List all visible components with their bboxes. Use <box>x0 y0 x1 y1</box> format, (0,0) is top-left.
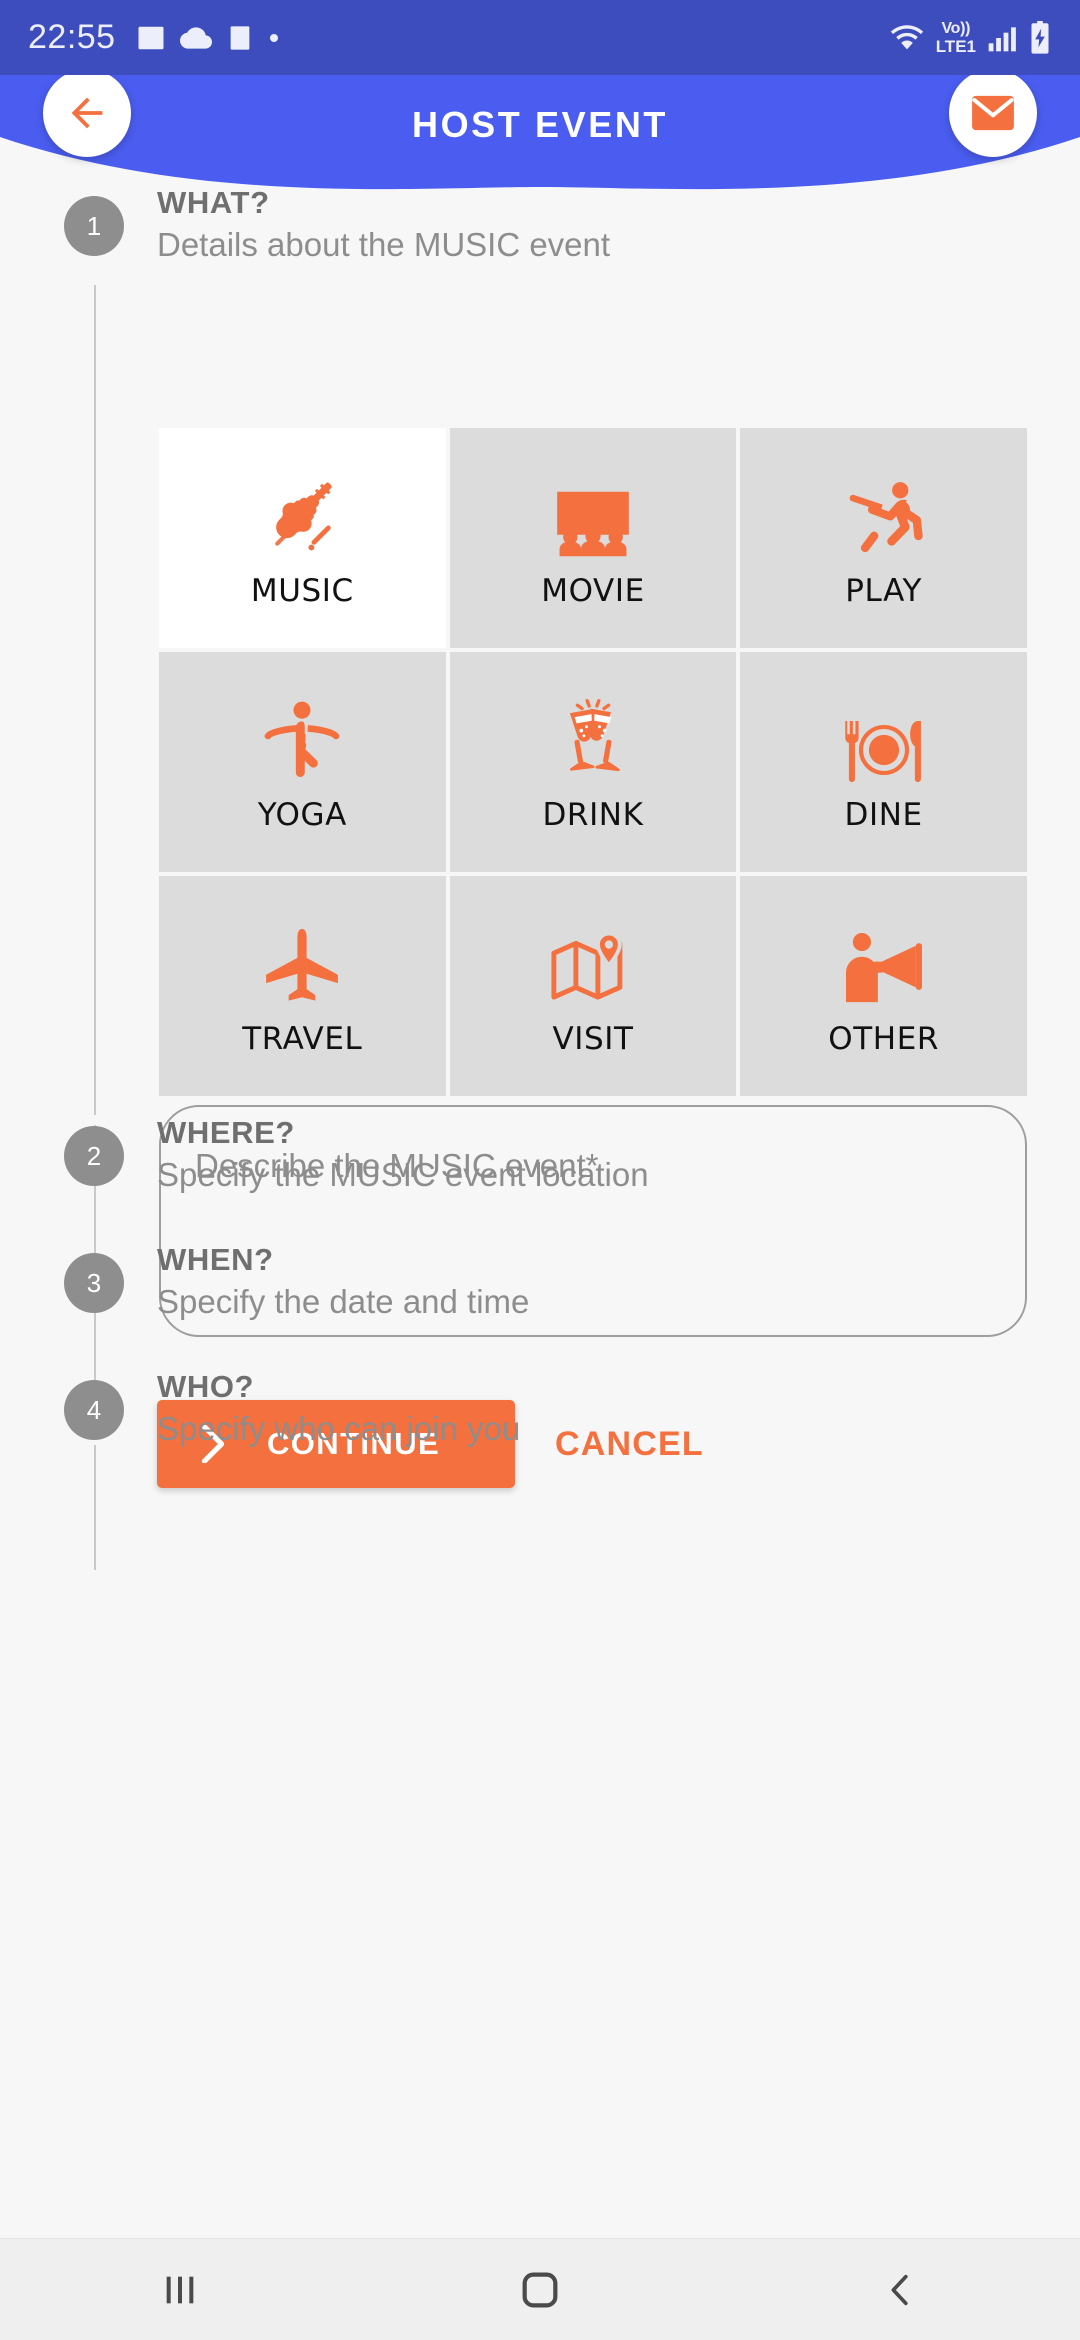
step-badge-4: 4 <box>64 1380 124 1440</box>
step-title-4: WHO? <box>157 1369 255 1404</box>
volte-line1: Vo)) <box>941 19 971 37</box>
category-label-other: OTHER <box>828 1021 940 1057</box>
yoga-pose-icon <box>260 691 344 783</box>
recents-button[interactable] <box>80 2239 280 2340</box>
wifi-icon <box>890 24 923 49</box>
envelope-icon <box>972 95 1014 131</box>
nav-back-icon <box>891 2274 908 2305</box>
category-label-music: MUSIC <box>250 573 354 609</box>
step-title-2: WHERE? <box>157 1115 295 1150</box>
cancel-button[interactable]: CANCEL <box>555 1400 704 1488</box>
volte-icon: Vo)) LTE1 <box>935 19 976 56</box>
notes-icon <box>230 25 249 50</box>
category-cell-other[interactable]: OTHER <box>740 876 1027 1096</box>
category-label-drink: DRINK <box>542 797 644 833</box>
megaphone-icon <box>843 915 925 1007</box>
step-badge-2: 2 <box>64 1126 124 1186</box>
map-pin-icon <box>549 915 637 1007</box>
step-subtitle-2: Specify the MUSIC event location <box>157 1156 649 1193</box>
category-label-play: PLAY <box>845 573 923 609</box>
category-cell-yoga[interactable]: YOGA <box>159 652 446 872</box>
cinema-icon <box>550 467 636 559</box>
battery-charging-icon <box>1031 20 1049 54</box>
category-cell-visit[interactable]: VISIT <box>449 876 737 1096</box>
image-icon <box>138 26 164 49</box>
batsman-icon <box>843 467 925 559</box>
cancel-button-label: CANCEL <box>555 1424 704 1463</box>
main-content: 1 WHAT? Details about the MUSIC event MU… <box>0 185 1080 2238</box>
step-title-3: WHEN? <box>157 1242 274 1277</box>
recents-icon <box>166 2276 194 2303</box>
timeline-segment-1 <box>94 285 96 1115</box>
mail-button[interactable] <box>949 69 1037 157</box>
volte-line2: LTE1 <box>935 36 976 56</box>
category-label-dine: DINE <box>844 797 923 833</box>
step-subtitle-3: Specify the date and time <box>157 1283 530 1320</box>
category-label-movie: MOVIE <box>541 573 645 609</box>
home-button[interactable] <box>440 2239 640 2340</box>
back-button[interactable] <box>43 69 131 157</box>
arrow-left-icon <box>71 97 103 129</box>
category-cell-travel[interactable]: TRAVEL <box>159 876 446 1096</box>
app-header: HOST EVENT <box>0 69 1080 210</box>
app-screen: 22:55 Vo)) LTE1 HOST EVENT 1 WHAT? Detai… <box>0 0 1080 2340</box>
category-cell-play[interactable]: PLAY <box>740 428 1027 648</box>
nav-back-button[interactable] <box>800 2239 1000 2340</box>
airplane-icon <box>261 915 343 1007</box>
dot-icon <box>269 33 278 42</box>
category-label-visit: VISIT <box>552 1021 634 1057</box>
status-bar-system-icons: Vo)) LTE1 <box>888 19 1052 56</box>
status-bar: 22:55 Vo)) LTE1 <box>0 0 1080 75</box>
system-navigation-bar <box>0 2238 1080 2340</box>
category-cell-drink[interactable]: DRINK <box>449 652 737 872</box>
category-grid: MUSIC MOVIE PLAY YOGA DRINK DINE TRAVEL … <box>159 428 1027 1096</box>
cheers-icon <box>554 691 632 783</box>
category-cell-movie[interactable]: MOVIE <box>449 428 737 648</box>
violin-icon <box>260 467 344 559</box>
category-cell-dine[interactable]: DINE <box>740 652 1027 872</box>
dinner-icon <box>838 691 930 783</box>
cloud-icon <box>179 26 212 49</box>
page-title: HOST EVENT <box>411 104 669 145</box>
status-bar-clock: 22:55 <box>28 18 116 56</box>
timeline-segment-3 <box>94 1445 96 1570</box>
step-badge-3: 3 <box>64 1253 124 1313</box>
home-icon <box>522 2272 558 2307</box>
step-subtitle-1: Details about the MUSIC event <box>157 226 611 263</box>
category-label-travel: TRAVEL <box>242 1021 363 1057</box>
status-bar-notification-icons <box>136 22 280 54</box>
signal-icon <box>988 26 1016 51</box>
category-cell-music[interactable]: MUSIC <box>159 428 446 648</box>
category-label-yoga: YOGA <box>257 797 347 833</box>
step-subtitle-4: Specify who can join you <box>157 1410 521 1447</box>
